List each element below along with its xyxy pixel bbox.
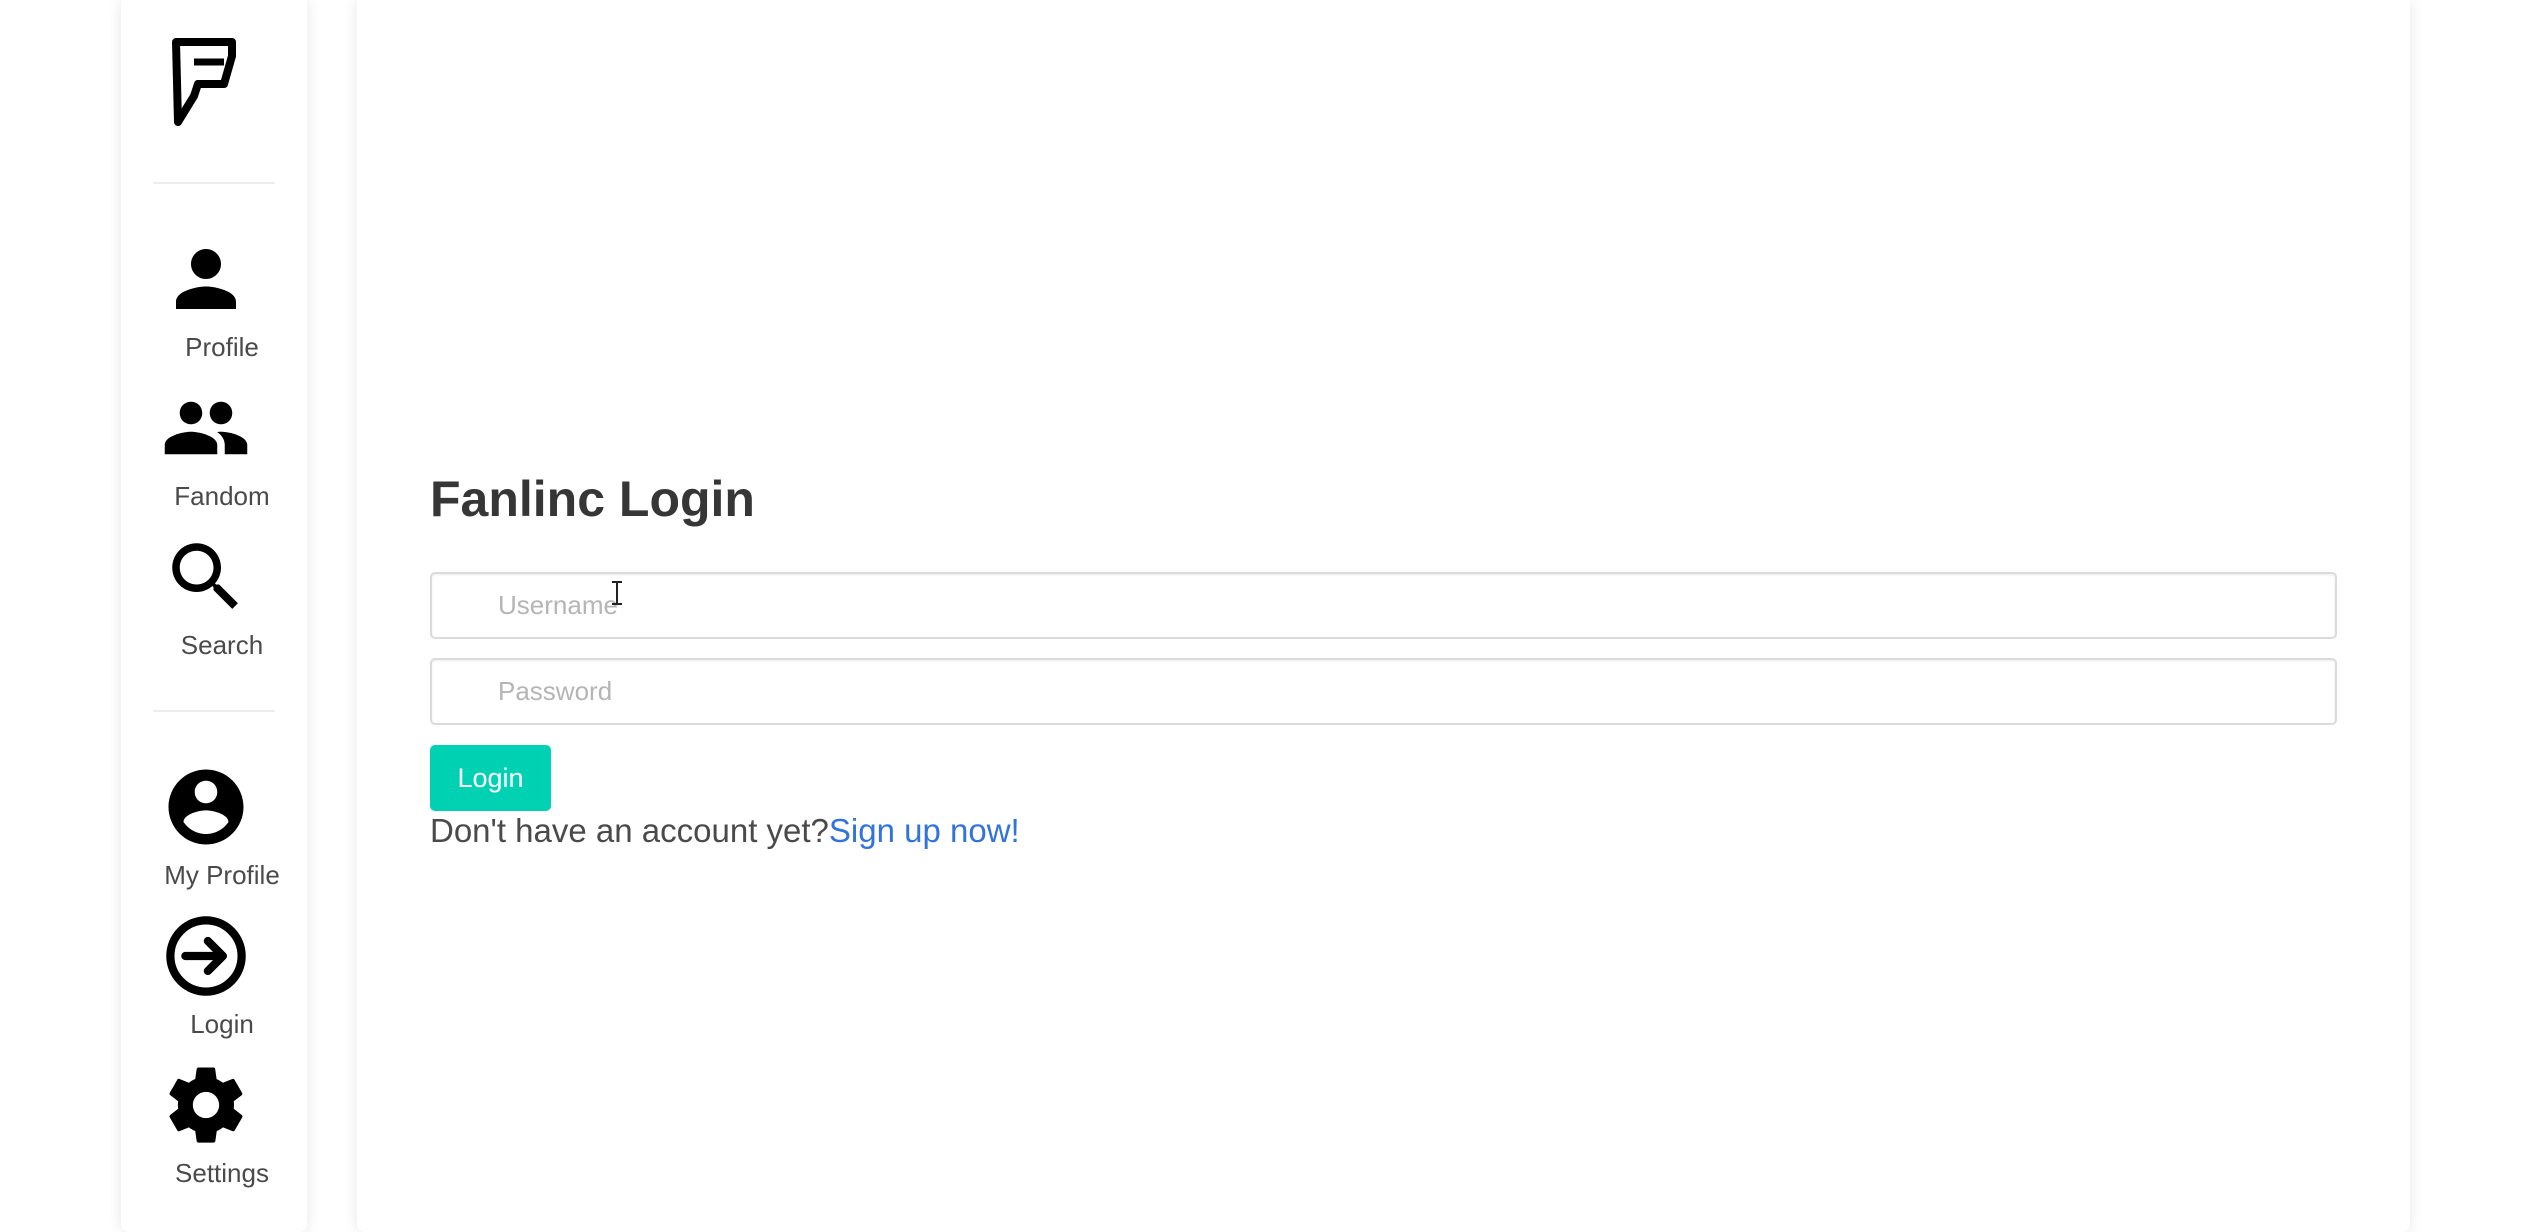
login-icon	[161, 911, 251, 1001]
people-icon	[161, 383, 251, 473]
sidebar-item-search[interactable]: Search	[121, 532, 307, 672]
page-title: Fanlinc Login	[430, 471, 755, 527]
sidebar-divider-bottom	[153, 710, 275, 712]
login-button[interactable]: Login	[430, 745, 551, 811]
sidebar: Profile Fandom Search My Profile Login S…	[121, 0, 307, 1232]
sidebar-item-login[interactable]: Login	[121, 911, 307, 1051]
sidebar-item-label: Login	[190, 1009, 254, 1039]
signup-prompt-text: Don't have an account yet?	[430, 812, 829, 849]
search-icon	[161, 532, 251, 622]
username-input[interactable]	[430, 572, 2337, 639]
login-panel: Fanlinc Login Login Don't have an accoun…	[357, 0, 2410, 1232]
fanlinc-logo-icon[interactable]	[168, 36, 238, 128]
text-cursor-icon	[608, 580, 626, 606]
password-input[interactable]	[430, 658, 2337, 725]
sidebar-item-label: My Profile	[164, 860, 280, 890]
sidebar-item-settings[interactable]: Settings	[121, 1060, 307, 1200]
gear-icon	[161, 1060, 251, 1150]
sidebar-item-profile[interactable]: Profile	[121, 234, 307, 374]
sidebar-item-my-profile[interactable]: My Profile	[121, 762, 307, 902]
person-icon	[161, 234, 251, 324]
sidebar-item-fandom[interactable]: Fandom	[121, 383, 307, 523]
sidebar-item-label: Fandom	[174, 481, 270, 511]
account-circle-icon	[161, 762, 251, 852]
sidebar-divider-top	[153, 182, 275, 184]
signup-prompt: Don't have an account yet?Sign up now!	[430, 812, 1020, 850]
sidebar-item-label: Settings	[175, 1158, 269, 1188]
sidebar-item-label: Search	[180, 630, 264, 660]
signup-link[interactable]: Sign up now!	[829, 812, 1020, 849]
sidebar-item-label: Profile	[185, 332, 259, 362]
